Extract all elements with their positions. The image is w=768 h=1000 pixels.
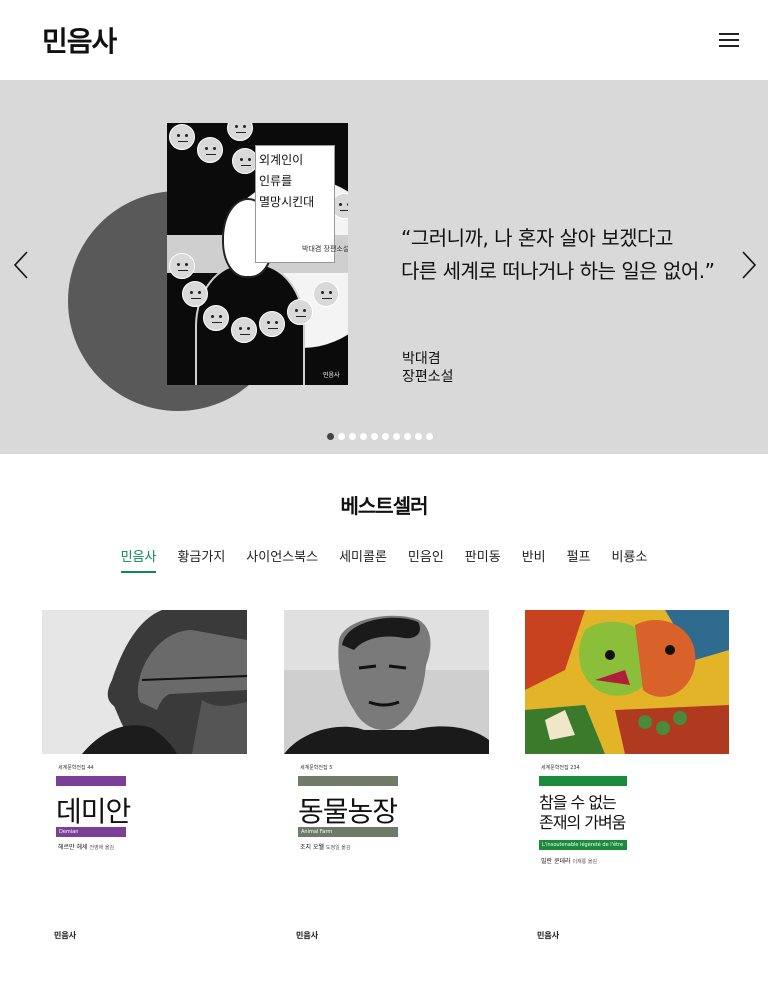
hero-book-cover[interactable]: 외계인이 인류를 멸망시킨대 박대겸 장편소설 민음사 xyxy=(167,123,348,385)
tab-publisher[interactable]: 사이언스북스 xyxy=(246,546,318,573)
book-title: 동물농장 xyxy=(298,795,398,828)
face-icon xyxy=(231,317,257,343)
series-color-bar xyxy=(298,776,398,786)
slider-dot[interactable] xyxy=(349,433,356,440)
book-title-line: 참을 수 없는 xyxy=(539,793,617,812)
book-title: 데미안 xyxy=(56,795,131,828)
slider-dot[interactable] xyxy=(426,433,433,440)
slider-dot[interactable] xyxy=(327,433,334,440)
publisher-tabs: 민음사 황금가지 사이언스북스 세미콜론 민음인 판미동 반비 펄프 비룡소 xyxy=(0,546,768,573)
author-photo xyxy=(284,610,489,754)
book-card[interactable]: 세계문학전집 234 참을 수 없는 존재의 가벼움 L'insoutenabl… xyxy=(525,610,729,950)
book-series: 세계문학전집 234 xyxy=(541,765,580,771)
menu-line xyxy=(719,39,739,41)
hero-quote: “그러니까, 나 혼자 살아 보겠다고 다른 세계로 떠나거나 하는 일은 없어… xyxy=(401,222,715,288)
book-author: 조지 오웰 도정일 옮김 xyxy=(300,842,351,851)
book-author: 밀란 쿤데라 이재룡 옮김 xyxy=(541,856,597,865)
cover-author: 박대겸 장편소설 xyxy=(302,245,348,253)
face-icon xyxy=(259,311,285,337)
face-icon xyxy=(182,281,208,307)
hero-author: 박대겸 장편소설 xyxy=(402,350,454,386)
quote-line: “그러니까, 나 혼자 살아 보겠다고 xyxy=(401,226,673,250)
cover-publisher: 민음사 xyxy=(323,372,340,379)
cover-title-box: 외계인이 인류를 멸망시킨대 박대겸 장편소설 xyxy=(255,145,348,263)
face-icon xyxy=(169,124,195,150)
tab-publisher[interactable]: 민음사 xyxy=(120,546,157,573)
translator: 전영애 옮김 xyxy=(89,845,115,851)
cover-title-line: 인류를 xyxy=(259,174,293,188)
original-title: L'insoutenable légèreté de l'être xyxy=(539,840,627,850)
painting-art xyxy=(525,610,729,754)
book-author: 헤르만 헤세 전영애 옮김 xyxy=(58,842,114,851)
author-name: 헤르만 헤세 xyxy=(58,844,88,851)
publisher-logo: 민음사 xyxy=(54,931,77,940)
cover-title-line: 외계인이 xyxy=(259,153,304,167)
face-icon xyxy=(197,137,223,163)
book-title-line: 존재의 가벼움 xyxy=(539,813,626,832)
series-color-bar xyxy=(56,776,126,786)
hero-author-sub: 장편소설 xyxy=(402,369,454,385)
original-title: Demian xyxy=(56,827,126,837)
face-icon xyxy=(203,305,229,331)
original-title: Animal Farm xyxy=(298,827,398,837)
menu-line xyxy=(719,45,739,47)
face-icon xyxy=(227,123,253,141)
author-name: 조지 오웰 xyxy=(300,844,324,851)
slider-dot[interactable] xyxy=(393,433,400,440)
quote-line: 다른 세계로 떠나거나 하는 일은 없어.” xyxy=(401,259,715,283)
slider-dot[interactable] xyxy=(415,433,422,440)
tab-publisher[interactable]: 반비 xyxy=(522,546,546,573)
face-icon xyxy=(287,299,313,325)
section-title: 베스트셀러 xyxy=(340,494,429,518)
face-icon xyxy=(313,281,339,307)
tab-publisher[interactable]: 세미콜론 xyxy=(339,546,387,573)
tab-publisher[interactable]: 비룡소 xyxy=(612,546,648,573)
book-card[interactable]: 세계문학전집 5 동물농장 Animal Farm 조지 오웰 도정일 옮김 민… xyxy=(284,610,489,950)
tab-publisher[interactable]: 황금가지 xyxy=(177,546,225,573)
tab-publisher[interactable]: 판미동 xyxy=(465,546,501,573)
translator: 이재룡 옮김 xyxy=(572,859,598,865)
slider-dot[interactable] xyxy=(382,433,389,440)
book-series: 세계문학전집 5 xyxy=(300,765,333,771)
publisher-logo: 민음사 xyxy=(296,931,319,940)
slider-pagination xyxy=(327,433,433,441)
publisher-logo: 민음사 xyxy=(537,931,560,940)
slider-dot[interactable] xyxy=(338,433,345,440)
translator: 도정일 옮김 xyxy=(325,845,351,851)
slider-dot[interactable] xyxy=(404,433,411,440)
slider-dot[interactable] xyxy=(371,433,378,440)
menu-line xyxy=(719,33,739,35)
chevron-left-icon[interactable] xyxy=(12,250,32,280)
book-title: 참을 수 없는 존재의 가벼움 xyxy=(539,793,626,833)
chevron-right-icon[interactable] xyxy=(738,250,758,280)
hamburger-icon[interactable] xyxy=(719,32,741,48)
cover-title-line: 멸망시킨대 xyxy=(259,195,315,209)
hero-slider: 외계인이 인류를 멸망시킨대 박대겸 장편소설 민음사 “그러니까, 나 혼자 … xyxy=(0,80,768,454)
tab-publisher[interactable]: 펄프 xyxy=(567,546,591,573)
author-photo xyxy=(42,610,247,754)
author-name: 밀란 쿤데라 xyxy=(541,858,571,865)
site-logo[interactable]: 민음사 xyxy=(42,20,117,60)
face-icon xyxy=(169,253,195,279)
book-series: 세계문학전집 44 xyxy=(58,765,94,771)
book-card[interactable]: 세계문학전집 44 데미안 Demian 헤르만 헤세 전영애 옮김 민음사 xyxy=(42,610,247,950)
series-color-bar xyxy=(539,776,627,786)
site-header: 민음사 xyxy=(0,0,768,80)
slider-dot[interactable] xyxy=(360,433,367,440)
tab-publisher[interactable]: 민음인 xyxy=(408,546,444,573)
hero-author-name: 박대겸 xyxy=(402,351,441,367)
